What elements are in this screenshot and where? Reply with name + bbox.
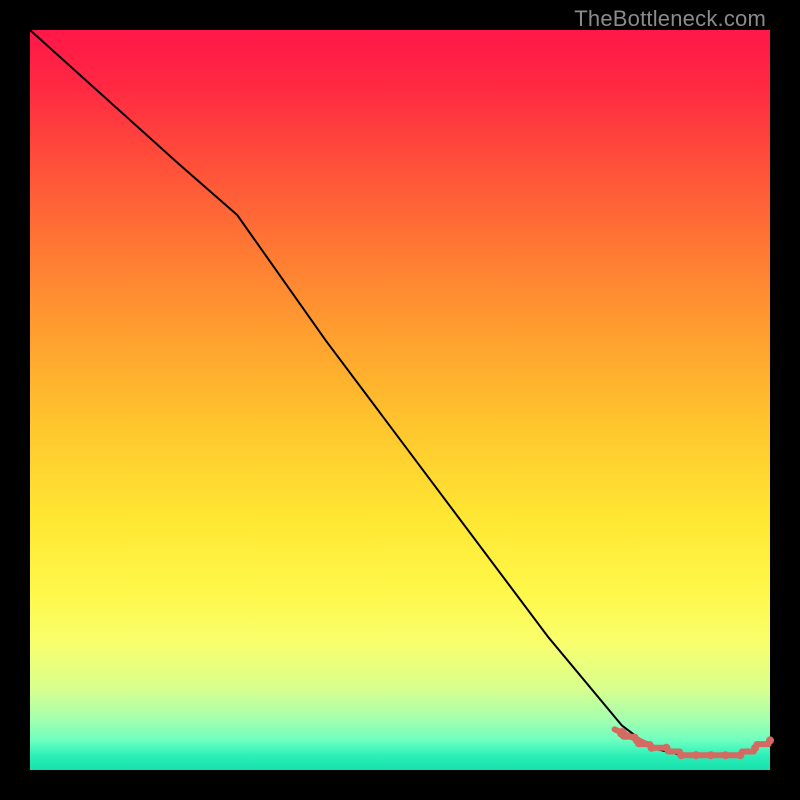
marker-dot [736,751,744,759]
watermark-text: TheBottleneck.com [574,6,766,32]
marker-dot [617,728,627,738]
marker-dot [633,736,641,744]
marker-dot [751,744,759,752]
chart-frame: TheBottleneck.com [0,0,800,800]
plot-area [30,30,770,770]
marker-dot [766,736,774,744]
bottleneck-curve-path [30,30,770,755]
marker-dot [722,751,730,759]
marker-dot [677,751,685,759]
marker-dot [662,744,670,752]
curve-svg [30,30,770,770]
marker-dot [648,744,656,752]
marker-dot [707,751,715,759]
marker-dot [692,751,700,759]
